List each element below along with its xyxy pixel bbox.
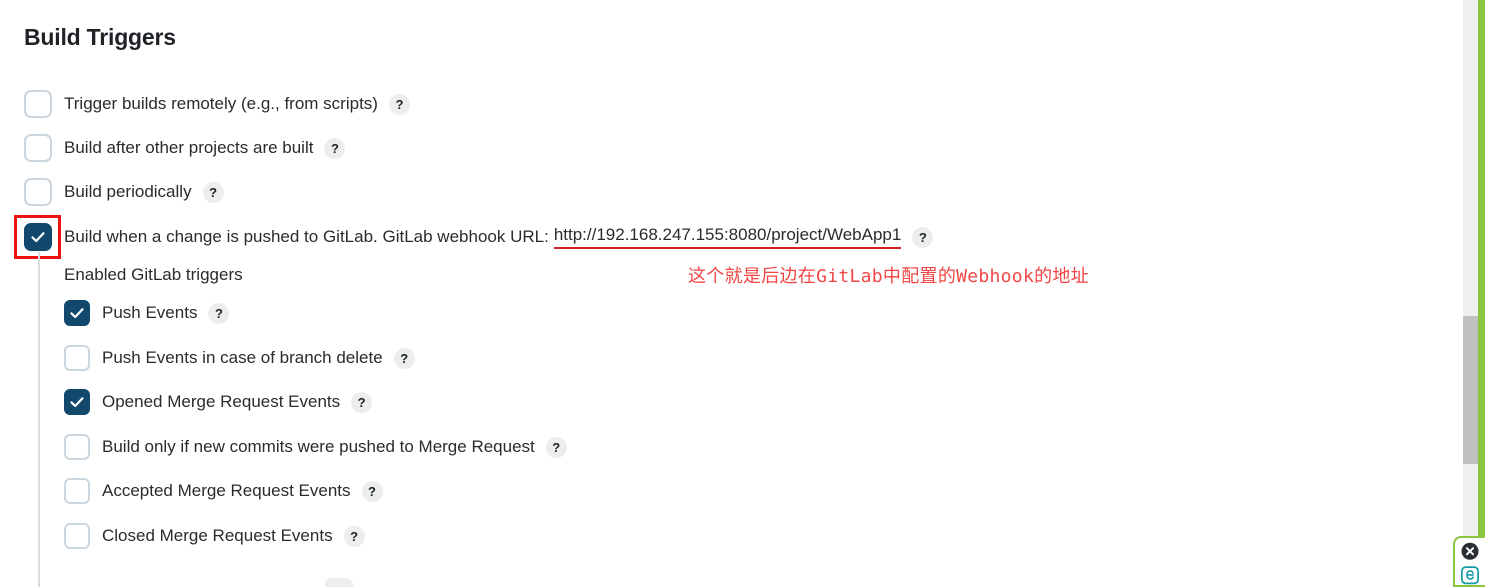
- build-triggers-page: Build Triggers Trigger builds remotely (…: [0, 0, 1485, 587]
- help-icon[interactable]: ?: [393, 347, 415, 369]
- vertical-scrollbar-track[interactable]: [1463, 0, 1478, 587]
- evernote-e-icon[interactable]: [1459, 565, 1481, 586]
- checkbox-push-events-branch-delete[interactable]: [64, 345, 90, 371]
- sub-row-label: Build only if new commits were pushed to…: [102, 437, 535, 456]
- checkbox-build-periodically[interactable]: [24, 178, 52, 206]
- gitlab-webhook-url[interactable]: http://192.168.247.155:8080/project/WebA…: [553, 225, 902, 249]
- help-icon[interactable]: ?: [324, 137, 346, 159]
- checkbox-opened-merge-request-events[interactable]: [64, 389, 90, 415]
- trigger-row-gitlab-push[interactable]: Build when a change is pushed to GitLab.…: [24, 223, 934, 251]
- checkbox-build-on-gitlab-push[interactable]: [24, 223, 52, 251]
- sub-row-label: Accepted Merge Request Events: [102, 481, 351, 500]
- help-icon[interactable]: ?: [343, 525, 365, 547]
- sub-row-label: Push Events: [102, 303, 198, 322]
- sub-row-push-events[interactable]: Push Events ?: [64, 300, 230, 326]
- sub-row-closed-merge-request-events[interactable]: Closed Merge Request Events ?: [64, 523, 365, 549]
- clipped-next-row: [325, 578, 353, 587]
- checkbox-build-after-other-projects[interactable]: [24, 134, 52, 162]
- trigger-row-remote[interactable]: Trigger builds remotely (e.g., from scri…: [24, 90, 410, 118]
- sub-row-opened-merge-request-events[interactable]: Opened Merge Request Events ?: [64, 389, 373, 415]
- trigger-label: Build after other projects are built: [64, 138, 314, 157]
- sub-row-label: Closed Merge Request Events: [102, 526, 333, 545]
- help-icon[interactable]: ?: [545, 436, 567, 458]
- enabled-gitlab-triggers-caption: Enabled GitLab triggers: [64, 265, 243, 284]
- sub-row-build-only-new-commits[interactable]: Build only if new commits were pushed to…: [64, 434, 567, 460]
- help-icon[interactable]: ?: [912, 226, 934, 248]
- vertical-scrollbar-thumb[interactable]: [1463, 316, 1478, 464]
- checkbox-trigger-builds-remotely[interactable]: [24, 90, 52, 118]
- help-icon[interactable]: ?: [361, 480, 383, 502]
- trigger-label: Build when a change is pushed to GitLab.…: [64, 227, 549, 246]
- checkbox-accepted-merge-request-events[interactable]: [64, 478, 90, 504]
- help-icon[interactable]: ?: [202, 181, 224, 203]
- page-title: Build Triggers: [24, 24, 176, 50]
- check-icon: [31, 232, 45, 243]
- content-area: Build Triggers Trigger builds remotely (…: [0, 0, 1463, 587]
- checkbox-build-only-new-commits[interactable]: [64, 434, 90, 460]
- corner-widget-panel: [1453, 536, 1485, 587]
- help-icon[interactable]: ?: [388, 93, 410, 115]
- check-icon: [70, 397, 84, 408]
- sub-row-label: Opened Merge Request Events: [102, 392, 341, 411]
- checkbox-closed-merge-request-events[interactable]: [64, 523, 90, 549]
- trigger-label: Build periodically: [64, 182, 192, 201]
- checkbox-push-events[interactable]: [64, 300, 90, 326]
- trigger-row-periodically[interactable]: Build periodically ?: [24, 178, 224, 206]
- group-indent-rail: [38, 252, 40, 587]
- check-icon: [70, 308, 84, 319]
- help-icon[interactable]: ?: [351, 391, 373, 413]
- annotation-note: 这个就是后边在GitLab中配置的Webhook的地址: [688, 266, 1089, 287]
- sub-row-label: Push Events in case of branch delete: [102, 348, 383, 367]
- close-circle-icon[interactable]: [1459, 541, 1481, 562]
- trigger-row-after-other-projects[interactable]: Build after other projects are built ?: [24, 134, 346, 162]
- sub-row-accepted-merge-request-events[interactable]: Accepted Merge Request Events ?: [64, 478, 383, 504]
- green-border-edge: [1478, 0, 1485, 587]
- trigger-label: Trigger builds remotely (e.g., from scri…: [64, 94, 378, 113]
- help-icon[interactable]: ?: [208, 302, 230, 324]
- sub-row-push-events-branch-delete[interactable]: Push Events in case of branch delete ?: [64, 345, 415, 371]
